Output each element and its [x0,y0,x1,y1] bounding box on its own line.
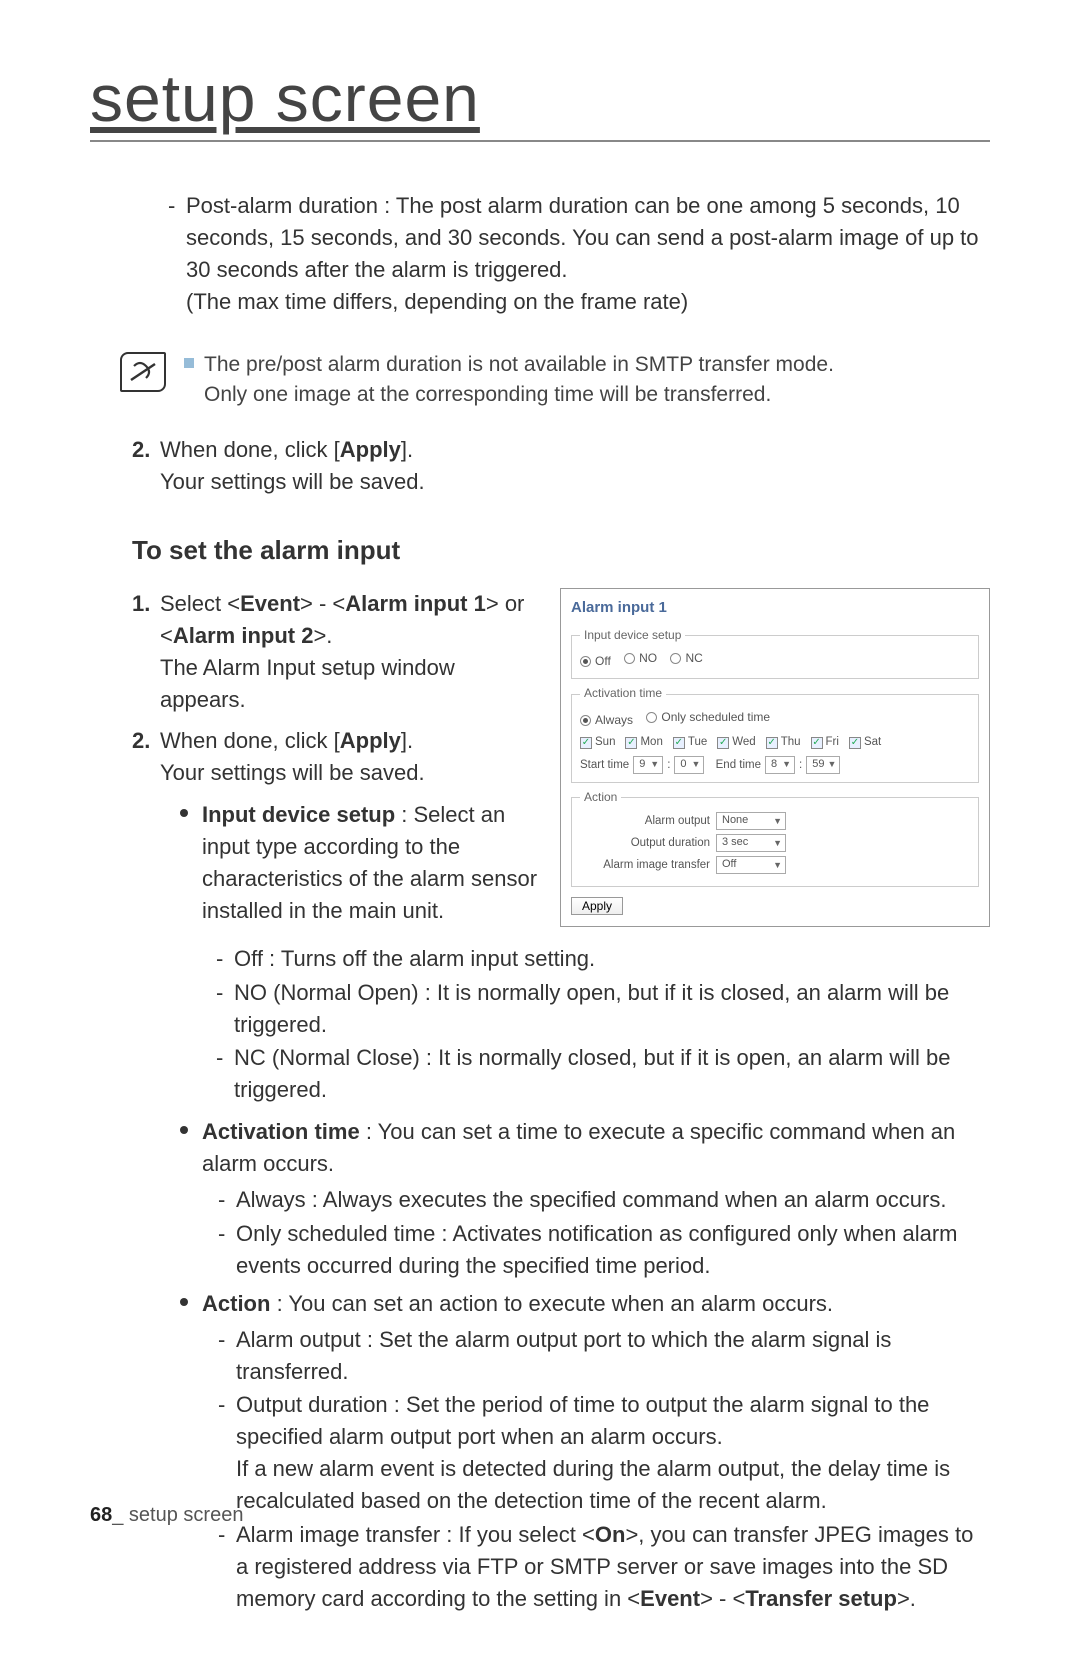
alarm-output-label: Alarm output [580,813,710,830]
step-1-line2: The Alarm Input setup window appears. [160,655,455,712]
step-number: 2. [132,434,150,466]
alarm-image-transfer-select[interactable]: Off▼ [716,856,786,874]
end-time-label: End time [716,757,761,774]
legend-input-device: Input device setup [580,627,685,644]
radio-always[interactable]: Always [580,712,633,729]
page-number: 68 [90,1504,112,1526]
note-line-2: Only one image at the corresponding time… [204,380,834,410]
ac-output: Alarm output : Set the alarm output port… [218,1324,990,1388]
start-hour-select[interactable]: 9▼ [633,756,663,774]
action-group: Action Alarm output None▼ Output duratio… [571,789,979,887]
alarm-image-transfer-label: Alarm image transfer [580,857,710,874]
day-check-sat[interactable]: ✓Sat [849,734,881,751]
output-duration-label: Output duration [580,835,710,852]
output-duration-select[interactable]: 3 sec▼ [716,834,786,852]
ids-off: Off : Turns off the alarm input setting. [216,943,990,975]
start-min-select[interactable]: 0▼ [674,756,704,774]
section-heading: To set the alarm input [132,532,990,570]
ids-no: NO (Normal Open) : It is normally open, … [216,977,990,1041]
day-check-sun[interactable]: ✓Sun [580,734,615,751]
alarm-input-panel: Alarm input 1 Input device setup Off NO … [560,588,990,927]
post-alarm-duration-text: Post-alarm duration : The post alarm dur… [168,190,990,318]
apply-button[interactable]: Apply [571,897,623,915]
footer: 68_ setup screen [90,1504,243,1527]
at-scheduled: Only scheduled time : Activates notifica… [218,1218,990,1282]
ac-duration: Output duration : Set the period of time… [218,1389,990,1517]
activation-time-item: Activation time : You can set a time to … [180,1116,990,1281]
action-item: Action : You can set an action to execut… [180,1288,990,1615]
end-min-select[interactable]: 59▼ [806,756,840,774]
ids-nc: NC (Normal Close) : It is normally close… [216,1042,990,1106]
panel-title: Alarm input 1 [571,597,979,619]
end-hour-select[interactable]: 8▼ [765,756,795,774]
footer-text: _ setup screen [112,1504,243,1526]
radio-off[interactable]: Off [580,653,611,670]
start-time-label: Start time [580,757,629,774]
at-always: Always : Always executes the specified c… [218,1184,990,1216]
input-device-setup-group: Input device setup Off NO NC [571,627,979,680]
day-check-mon[interactable]: ✓Mon [625,734,662,751]
legend-action: Action [580,789,621,806]
alarm-output-select[interactable]: None▼ [716,812,786,830]
step-1-text: Select <Event> - <Alarm input 1> or <Ala… [160,591,524,648]
note-icon [120,352,166,392]
radio-no[interactable]: NO [624,650,657,667]
step-2b-line2: Your settings will be saved. [160,760,425,785]
day-check-fri[interactable]: ✓Fri [811,734,839,751]
legend-activation-time: Activation time [580,685,666,702]
step-number: 2. [132,725,150,757]
step-2b-text: When done, click [Apply]. [160,728,413,753]
day-check-thu[interactable]: ✓Thu [766,734,801,751]
page-title: setup screen [90,61,480,135]
input-device-setup-item: Input device setup : Select an input typ… [180,799,540,927]
note-bullet-icon [184,358,194,368]
step-number: 1. [132,588,150,620]
activation-time-group: Activation time Always Only scheduled ti… [571,685,979,782]
radio-nc[interactable]: NC [670,650,702,667]
ac-image-transfer: Alarm image transfer : If you select <On… [218,1519,990,1615]
day-check-tue[interactable]: ✓Tue [673,734,707,751]
step-2a-text: When done, click [Apply]. [160,437,413,462]
step-2a-line2: Your settings will be saved. [160,469,425,494]
day-check-wed[interactable]: ✓Wed [717,734,755,751]
note-line-1: The pre/post alarm duration is not avail… [204,350,834,380]
radio-scheduled[interactable]: Only scheduled time [646,709,770,726]
